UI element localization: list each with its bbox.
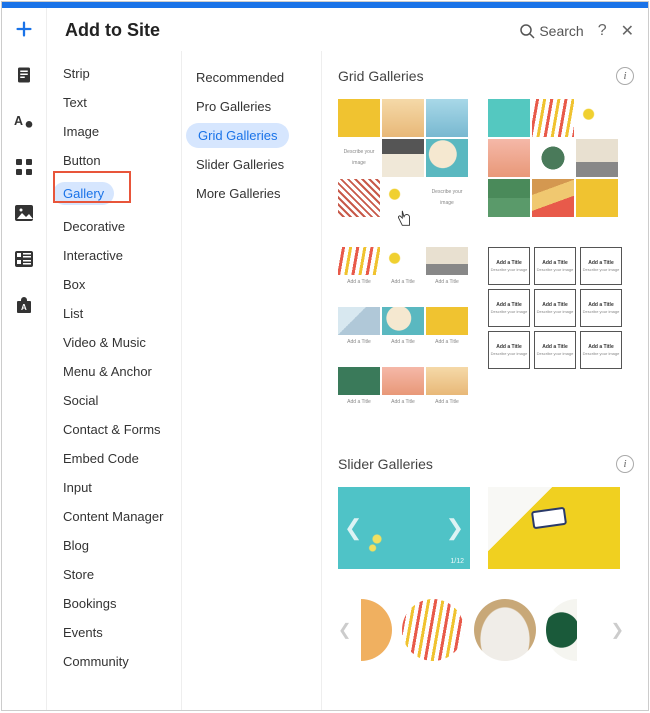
apps-icon[interactable]	[13, 156, 35, 178]
sub-recommended[interactable]: Recommended	[182, 63, 321, 92]
main-container: A A Add to Site Search ? ✕	[2, 8, 648, 710]
grid-gallery-3[interactable]: Add a TitleAdd a TitleAdd a Title Add a …	[338, 247, 470, 425]
slider-gallery-1[interactable]: ❮ ❯ 1/12	[338, 487, 470, 569]
chevron-left-icon: ❮	[344, 515, 362, 541]
sub-pro-galleries[interactable]: Pro Galleries	[182, 92, 321, 121]
search-button[interactable]: Search	[519, 23, 583, 39]
grid-gallery-2[interactable]	[488, 99, 620, 217]
data-icon[interactable]	[13, 248, 35, 270]
grid-row-2: Add a TitleAdd a TitleAdd a Title Add a …	[338, 247, 634, 425]
header-actions: Search ? ✕	[519, 21, 634, 41]
chevron-right-icon: ❯	[611, 620, 624, 640]
section-grid-title: Grid Galleries	[338, 68, 424, 84]
info-icon[interactable]: i	[616, 67, 634, 85]
grid-row-1: Describe your image Describe your image	[338, 99, 634, 217]
category-decorative[interactable]: Decorative	[47, 212, 181, 241]
slide-counter: 1/12	[450, 558, 464, 565]
search-icon	[519, 23, 535, 39]
info-icon[interactable]: i	[616, 455, 634, 473]
category-bookings[interactable]: Bookings	[47, 589, 181, 618]
grid-gallery-1[interactable]: Describe your image Describe your image	[338, 99, 470, 217]
add-panel: Add to Site Search ? ✕ Strip Text Image …	[46, 8, 648, 710]
category-image[interactable]: Image	[47, 117, 181, 146]
svg-text:A: A	[21, 303, 27, 312]
panel-title: Add to Site	[65, 20, 160, 41]
section-slider-title: Slider Galleries	[338, 456, 433, 472]
slider-gallery-3[interactable]: ❮ ❯	[338, 599, 620, 661]
category-contact-forms[interactable]: Contact & Forms	[47, 415, 181, 444]
category-events[interactable]: Events	[47, 618, 181, 647]
grid-gallery-4[interactable]: Add a TitleDescribe your image Add a Tit…	[488, 247, 620, 425]
plus-icon[interactable]	[13, 18, 35, 40]
subcategory-list: Recommended Pro Galleries Grid Galleries…	[182, 51, 322, 710]
category-strip[interactable]: Strip	[47, 59, 181, 88]
section-grid-head: Grid Galleries i	[338, 67, 634, 85]
category-video-music[interactable]: Video & Music	[47, 328, 181, 357]
sub-slider-galleries[interactable]: Slider Galleries	[182, 150, 321, 179]
category-community[interactable]: Community	[47, 647, 181, 676]
category-content-manager[interactable]: Content Manager	[47, 502, 181, 531]
slider-row-1: ❮ ❯ 1/12	[338, 487, 634, 569]
category-embed-code[interactable]: Embed Code	[47, 444, 181, 473]
category-menu-anchor[interactable]: Menu & Anchor	[47, 357, 181, 386]
page-icon[interactable]	[13, 64, 35, 86]
category-blog[interactable]: Blog	[47, 531, 181, 560]
sub-more-galleries[interactable]: More Galleries	[182, 179, 321, 208]
close-icon[interactable]: ✕	[621, 21, 634, 41]
help-icon[interactable]: ?	[598, 22, 607, 40]
slider-row-2: ❮ ❯	[338, 599, 634, 661]
panel-header: Add to Site Search ? ✕	[47, 8, 648, 51]
market-icon[interactable]: A	[13, 294, 35, 316]
category-store[interactable]: Store	[47, 560, 181, 589]
icon-rail: A A	[2, 8, 46, 710]
slider-gallery-2[interactable]	[488, 487, 620, 569]
category-social[interactable]: Social	[47, 386, 181, 415]
chevron-right-icon: ❯	[446, 515, 464, 541]
category-list: Strip Text Image Button Gallery Decorati…	[47, 51, 182, 710]
section-slider-head: Slider Galleries i	[338, 455, 634, 473]
category-text[interactable]: Text	[47, 88, 181, 117]
category-gallery[interactable]: Gallery	[47, 175, 181, 212]
theme-icon[interactable]: A	[13, 110, 35, 132]
panel-body: Strip Text Image Button Gallery Decorati…	[47, 51, 648, 710]
category-box[interactable]: Box	[47, 270, 181, 299]
preview-pane: Grid Galleries i Describe your image Des…	[322, 51, 648, 710]
category-button[interactable]: Button	[47, 146, 181, 175]
category-interactive[interactable]: Interactive	[47, 241, 181, 270]
search-label: Search	[539, 23, 583, 39]
media-icon[interactable]	[13, 202, 35, 224]
category-input[interactable]: Input	[47, 473, 181, 502]
chevron-left-icon: ❮	[338, 620, 351, 640]
sub-grid-galleries[interactable]: Grid Galleries	[182, 121, 321, 150]
category-list-item[interactable]: List	[47, 299, 181, 328]
svg-text:A: A	[14, 114, 23, 128]
